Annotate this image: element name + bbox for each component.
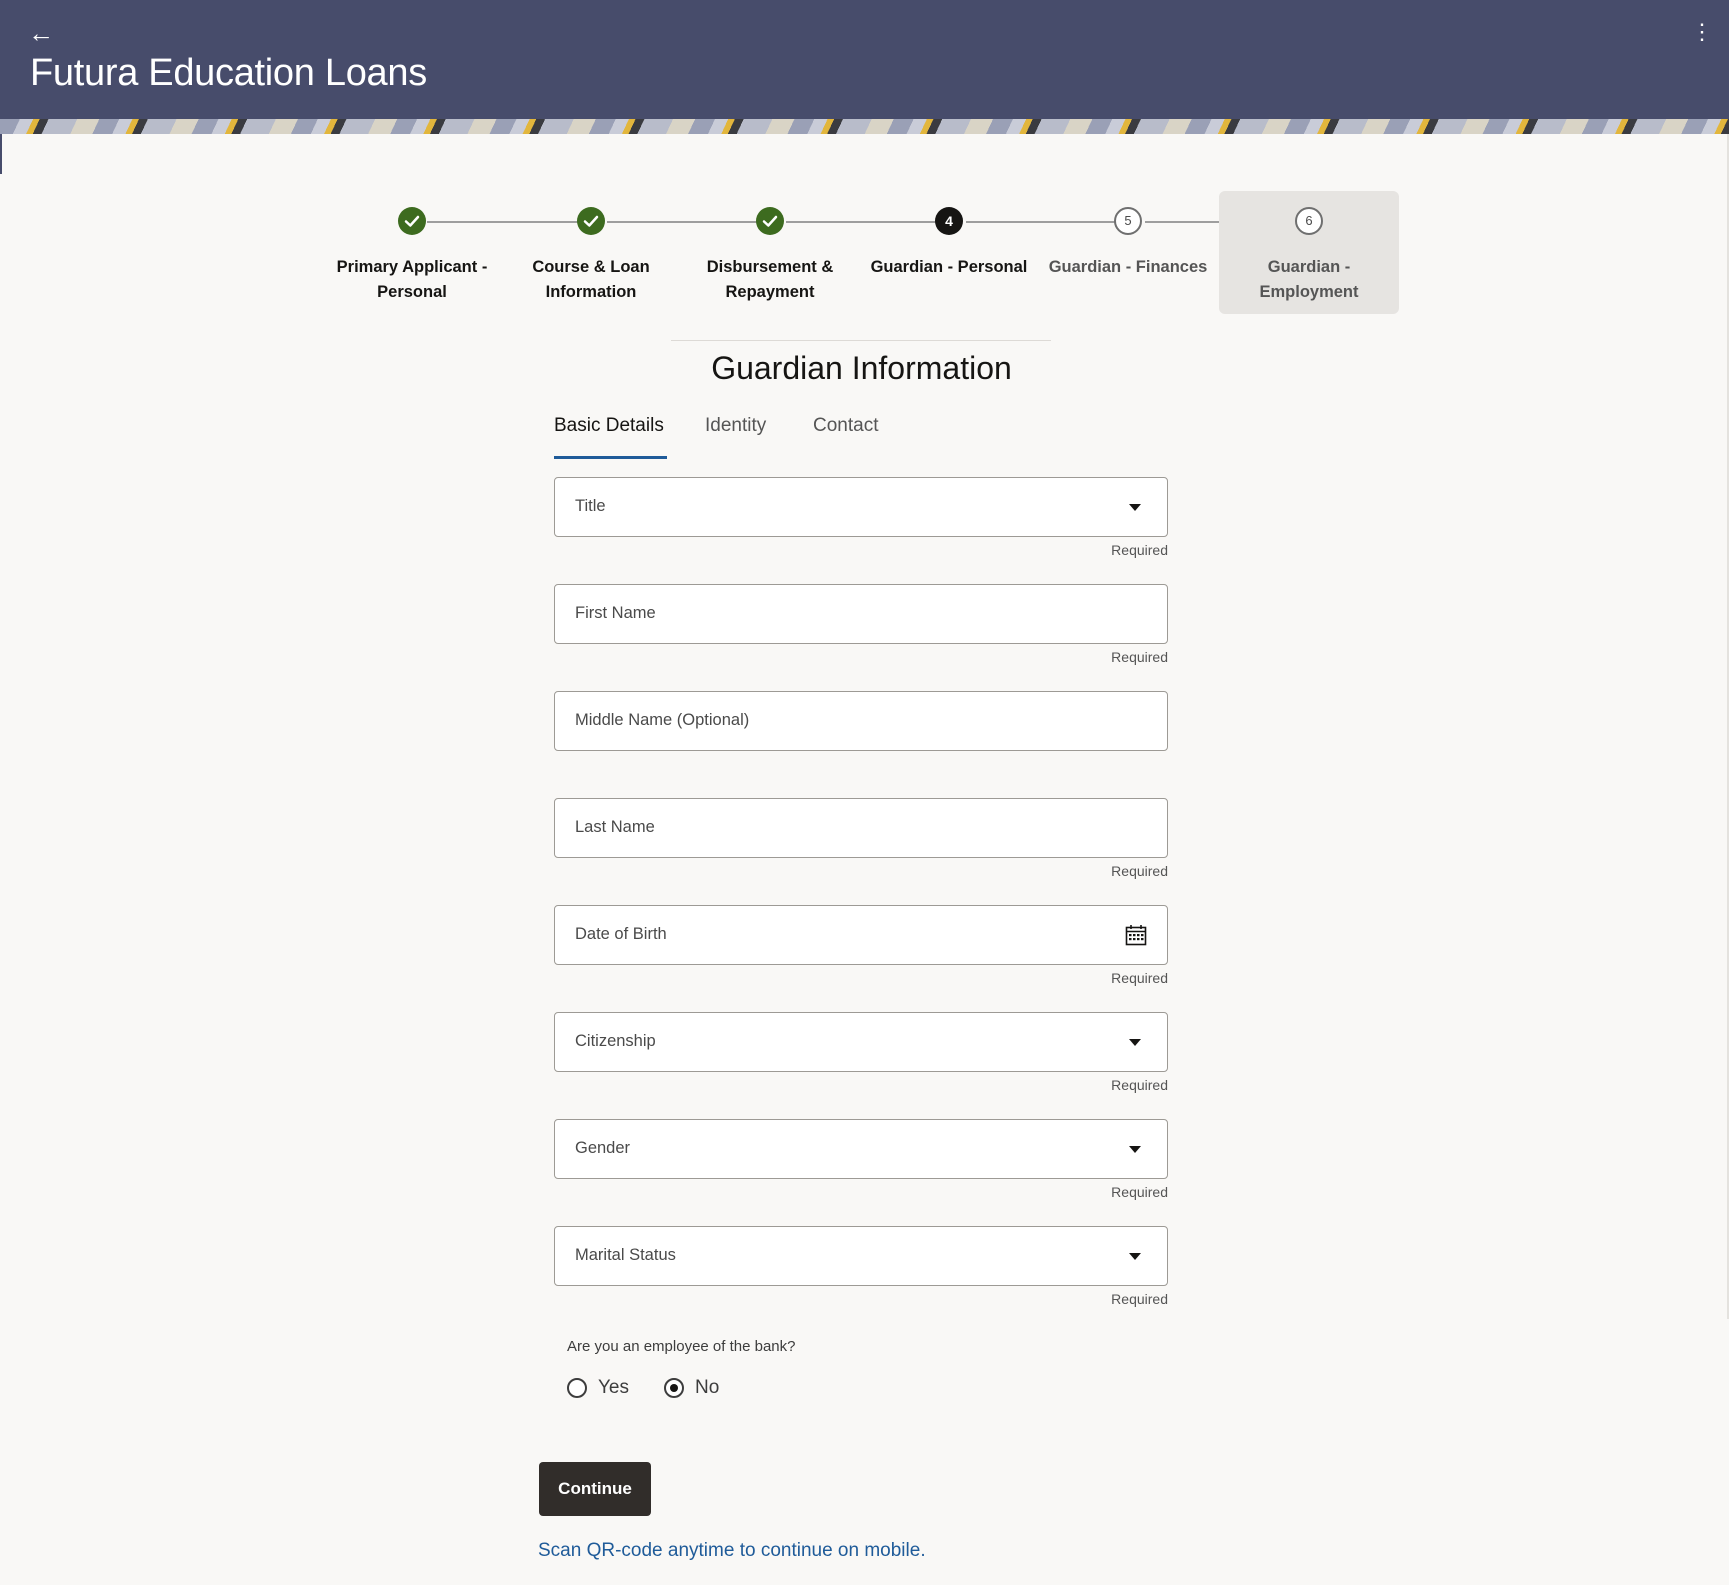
caret-down-icon (1129, 1039, 1141, 1046)
step-course-loan[interactable]: Course & Loan Information (501, 191, 681, 314)
step-guardian-personal[interactable]: 4 Guardian - Personal (859, 191, 1039, 314)
left-accent-bar (0, 134, 2, 174)
field-label: Marital Status (575, 1246, 676, 1264)
more-vertical-icon[interactable]: ⋮ (1691, 18, 1713, 46)
title-select[interactable]: Title (554, 477, 1168, 537)
calendar-icon[interactable] (1125, 924, 1147, 946)
required-hint: Required (1111, 1184, 1168, 1200)
marital-status-select[interactable]: Marital Status (554, 1226, 1168, 1286)
field-label: Citizenship (575, 1032, 656, 1050)
radio-no[interactable]: No (664, 1375, 734, 1401)
progress-stepper: Primary Applicant - Personal Course & Lo… (322, 191, 1399, 314)
required-hint: Required (1111, 1291, 1168, 1307)
step-label: Disbursement & Repayment (706, 258, 834, 301)
field-label: Date of Birth (575, 925, 667, 943)
middle-name-field[interactable]: Middle Name (Optional) (554, 691, 1168, 751)
radio-label: No (695, 1377, 720, 1398)
step-primary-applicant[interactable]: Primary Applicant - Personal (322, 191, 502, 314)
tab-label: Contact (813, 415, 879, 436)
citizenship-select[interactable]: Citizenship (554, 1012, 1168, 1072)
tab-identity[interactable]: Identity (705, 415, 766, 459)
radio-checked-icon[interactable] (664, 1378, 684, 1398)
gender-select[interactable]: Gender (554, 1119, 1168, 1179)
first-name-field[interactable]: First Name (554, 584, 1168, 644)
app-header: ← Futura Education Loans ⋮ (0, 0, 1729, 119)
step-label: Guardian - Finances (1048, 258, 1208, 276)
continue-button[interactable]: Continue (539, 1462, 651, 1516)
last-name-field[interactable]: Last Name (554, 798, 1168, 858)
required-hint: Required (1111, 542, 1168, 558)
required-hint: Required (1111, 970, 1168, 986)
decorative-banner (0, 119, 1729, 134)
section-divider (671, 340, 1051, 341)
qr-code-link[interactable]: Scan QR-code anytime to continue on mobi… (538, 1540, 926, 1562)
caret-down-icon (1129, 504, 1141, 511)
step-number-badge: 6 (1295, 207, 1323, 235)
required-hint: Required (1111, 863, 1168, 879)
caret-down-icon (1129, 1253, 1141, 1260)
field-label: First Name (575, 604, 656, 622)
section-title: Guardian Information (711, 350, 1012, 386)
step-label: Primary Applicant - Personal (336, 258, 488, 301)
step-guardian-employment[interactable]: 6 Guardian - Employment (1219, 191, 1399, 314)
tab-contact[interactable]: Contact (813, 415, 878, 459)
field-label: Gender (575, 1139, 631, 1157)
back-arrow-icon[interactable]: ← (26, 18, 56, 48)
employee-question: Are you an employee of the bank? (567, 1338, 796, 1355)
field-label: Title (575, 497, 606, 515)
required-hint: Required (1111, 649, 1168, 665)
step-guardian-finances[interactable]: 5 Guardian - Finances (1038, 191, 1218, 314)
step-number-badge: 5 (1114, 207, 1142, 235)
step-label: Guardian - Employment (1259, 258, 1359, 301)
date-of-birth-field[interactable]: Date of Birth (554, 905, 1168, 965)
tab-selected-indicator (554, 456, 667, 459)
field-label: Middle Name (Optional) (575, 711, 750, 729)
step-label: Course & Loan Information (532, 258, 650, 301)
radio-unchecked-icon[interactable] (567, 1378, 587, 1398)
radio-yes[interactable]: Yes (567, 1375, 637, 1401)
caret-down-icon (1129, 1146, 1141, 1153)
tab-label: Basic Details (554, 415, 664, 436)
app-title: Futura Education Loans (30, 52, 427, 94)
tab-label: Identity (705, 415, 767, 436)
tab-basic-details[interactable]: Basic Details (554, 415, 667, 459)
radio-label: Yes (598, 1377, 629, 1398)
check-icon (577, 207, 605, 235)
step-number-badge: 4 (935, 207, 963, 235)
step-disbursement[interactable]: Disbursement & Repayment (680, 191, 860, 314)
required-hint: Required (1111, 1077, 1168, 1093)
field-label: Last Name (575, 818, 655, 836)
check-icon (756, 207, 784, 235)
check-icon (398, 207, 426, 235)
step-label: Guardian - Personal (870, 258, 1028, 276)
